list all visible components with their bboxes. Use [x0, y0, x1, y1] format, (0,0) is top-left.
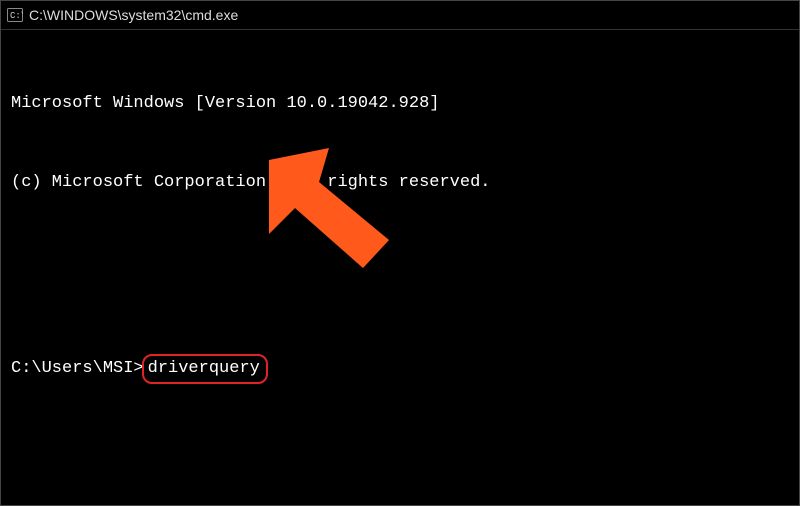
window-title: C:\WINDOWS\system32\cmd.exe: [29, 7, 238, 23]
prompt-line: C:\Users\MSI>driverquery: [11, 354, 789, 380]
titlebar[interactable]: C:\ C:\WINDOWS\system32\cmd.exe: [1, 1, 799, 30]
copyright-line: (c) Microsoft Corporation. All rights re…: [11, 170, 789, 196]
blank-line: [11, 249, 789, 275]
blank-line: [11, 460, 789, 486]
version-line: Microsoft Windows [Version 10.0.19042.92…: [11, 91, 789, 117]
prompt-path: C:\Users\MSI>: [11, 359, 144, 378]
svg-text:C:\: C:\: [10, 11, 23, 21]
command-text: driverquery: [148, 359, 260, 378]
cmd-window: C:\ C:\WINDOWS\system32\cmd.exe Microsof…: [0, 0, 800, 506]
cmd-icon: C:\: [7, 7, 23, 23]
command-highlight: driverquery: [142, 354, 268, 384]
terminal-output[interactable]: Microsoft Windows [Version 10.0.19042.92…: [1, 30, 799, 506]
